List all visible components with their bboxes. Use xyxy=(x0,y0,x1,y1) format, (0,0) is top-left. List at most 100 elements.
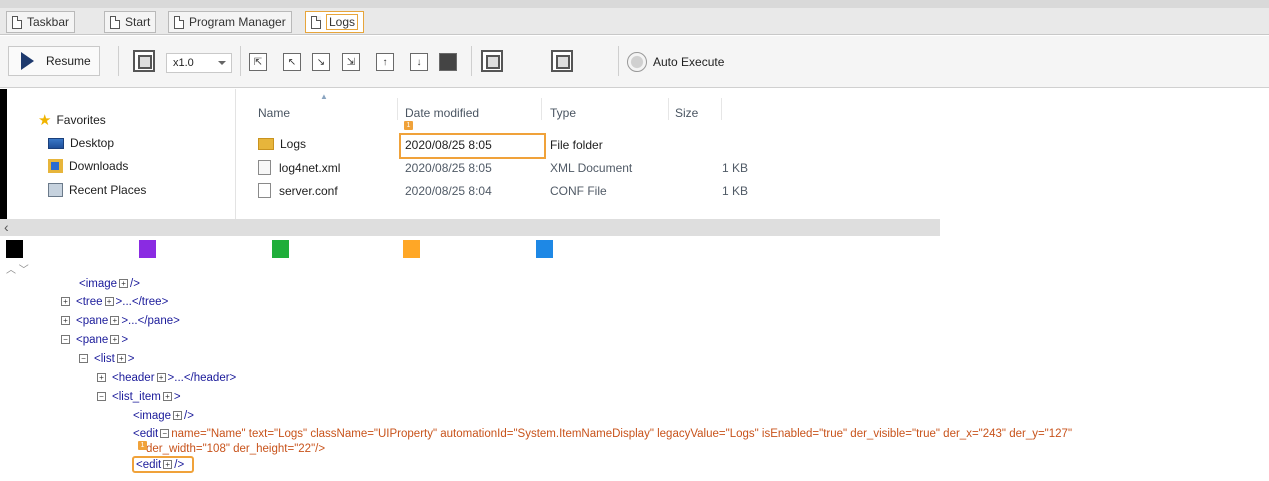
column-divider xyxy=(721,98,722,120)
xml-tag-end: >...</pane> xyxy=(121,314,180,327)
expand-icon[interactable]: + xyxy=(116,354,126,363)
tab-taskbar[interactable]: Taskbar xyxy=(6,11,76,33)
highlight-box xyxy=(132,456,194,473)
file-row-logs[interactable]: Logs xyxy=(258,137,306,151)
expand-icon[interactable]: + xyxy=(61,297,70,306)
xml-tag: <list_item xyxy=(112,390,161,403)
highlight-badge: 1 xyxy=(138,441,147,450)
collapse-icon[interactable]: − xyxy=(61,335,70,344)
move-down-icon[interactable]: ↓ xyxy=(410,53,428,71)
window-switch-icon[interactable] xyxy=(551,50,573,72)
tab-logs[interactable]: Logs xyxy=(305,11,365,33)
xml-node[interactable]: + <tree + >...</tree> xyxy=(61,294,168,309)
column-divider xyxy=(541,98,542,120)
file-name: log4net.xml xyxy=(279,160,341,175)
highlight-badge: 1 xyxy=(404,121,413,130)
window-icon[interactable] xyxy=(481,50,503,72)
xml-node[interactable]: − <list + > xyxy=(79,351,135,366)
auto-execute-label: Auto Execute xyxy=(653,55,725,69)
nav-item-desktop[interactable]: Desktop xyxy=(48,136,114,150)
file-type: File folder xyxy=(550,138,603,152)
expand-icon[interactable]: + xyxy=(110,316,120,325)
expand-icon[interactable]: + xyxy=(61,316,70,325)
desktop-icon xyxy=(48,137,64,149)
file-date: 2020/08/25 8:04 xyxy=(405,184,492,198)
nav-item-downloads[interactable]: Downloads xyxy=(48,159,128,173)
horizontal-scrollbar[interactable]: ‹ xyxy=(0,219,940,236)
file-type: CONF File xyxy=(550,184,607,198)
nav-item-label: Recent Places xyxy=(69,183,147,197)
swatch-blue[interactable] xyxy=(536,240,553,258)
chevron-down-icon xyxy=(218,61,226,65)
move-up-left-icon[interactable]: ↖ xyxy=(283,53,301,71)
snapshot-icon[interactable] xyxy=(133,50,155,72)
xml-tag: <image xyxy=(133,409,172,422)
xml-tree: <image + /> + <tree + >...</tree> + <pan… xyxy=(0,270,1269,481)
auto-execute-toggle[interactable]: Auto Execute xyxy=(627,52,724,72)
column-divider xyxy=(397,98,398,120)
play-icon xyxy=(21,52,34,70)
xml-node[interactable]: − <pane + > xyxy=(61,332,128,347)
expand-icon[interactable]: + xyxy=(173,411,183,420)
xml-tag-end: /> xyxy=(130,277,140,290)
xml-node[interactable]: <image + /> xyxy=(79,276,140,291)
file-row-log4net[interactable]: log4net.xml xyxy=(258,160,340,175)
collapse-icon[interactable]: − xyxy=(160,429,170,438)
xml-tag: <pane xyxy=(76,314,109,327)
move-top-left-icon[interactable]: ⇱ xyxy=(249,53,267,71)
xml-tag: <list xyxy=(94,352,115,365)
swatch-orange[interactable] xyxy=(403,240,420,258)
file-row-server-conf[interactable]: server.conf xyxy=(258,183,338,198)
column-header-name[interactable]: Name xyxy=(258,106,290,120)
toolbar-separator xyxy=(471,46,472,76)
nav-favorites[interactable]: ★ Favorites xyxy=(38,111,106,129)
collapse-icon[interactable]: − xyxy=(79,354,88,363)
expand-icon[interactable]: + xyxy=(156,373,166,382)
xml-tag-end: >...</header> xyxy=(167,371,237,384)
xml-tag: <pane xyxy=(76,333,109,346)
chevron-left-icon[interactable]: ‹ xyxy=(4,219,9,235)
file-name: Logs xyxy=(280,137,307,151)
resume-label: Resume xyxy=(46,54,91,68)
column-header-size[interactable]: Size xyxy=(675,106,698,120)
window-top-strip xyxy=(0,0,1269,8)
swatch-purple[interactable] xyxy=(139,240,156,258)
xml-node[interactable]: − <list_item + > xyxy=(97,389,181,404)
tab-start[interactable]: Start xyxy=(104,11,157,33)
swatch-black[interactable] xyxy=(6,240,23,258)
xml-tag: <edit xyxy=(133,427,159,440)
expand-icon[interactable]: + xyxy=(110,335,120,344)
xml-tag: <header xyxy=(112,371,155,384)
expand-icon[interactable]: + xyxy=(119,279,129,288)
toolbar-separator xyxy=(118,46,119,76)
file-type: XML Document xyxy=(550,161,633,175)
nav-item-recent-places[interactable]: Recent Places xyxy=(48,183,146,197)
expand-icon[interactable]: + xyxy=(104,297,114,306)
document-icon xyxy=(174,15,184,29)
column-header-date[interactable]: Date modified xyxy=(405,106,479,120)
expand-icon[interactable]: + xyxy=(162,392,172,401)
speed-select[interactable]: x1.0 xyxy=(166,53,232,73)
xml-node[interactable]: + <header + >...</header> xyxy=(97,370,236,385)
move-up-icon[interactable]: ↑ xyxy=(376,53,394,71)
stop-icon[interactable] xyxy=(439,53,457,71)
tab-program-manager[interactable]: Program Manager xyxy=(168,11,292,33)
file-name: server.conf xyxy=(279,183,338,198)
toolbar-separator xyxy=(618,46,619,76)
tab-label: Logs xyxy=(326,14,359,30)
collapse-icon[interactable]: − xyxy=(97,392,106,401)
file-size: 1 KB xyxy=(722,161,749,175)
xml-tag-end: > xyxy=(127,352,135,365)
xml-node[interactable]: <image + /> xyxy=(133,408,194,423)
move-down-right-icon[interactable]: ↘ xyxy=(312,53,330,71)
xml-node[interactable]: + <pane + >...</pane> xyxy=(61,313,180,328)
expand-icon[interactable]: + xyxy=(97,373,106,382)
xml-tag: <image xyxy=(79,277,118,290)
move-bottom-right-icon[interactable]: ⇲ xyxy=(342,53,360,71)
resume-button[interactable]: Resume xyxy=(8,46,100,76)
xml-tag-end: > xyxy=(173,390,181,403)
xml-node-selected[interactable]: <edit − name="Name" text="Logs" classNam… xyxy=(133,426,1072,441)
swatch-green[interactable] xyxy=(272,240,289,258)
column-header-type[interactable]: Type xyxy=(550,106,576,120)
favorites-label: Favorites xyxy=(56,113,106,127)
